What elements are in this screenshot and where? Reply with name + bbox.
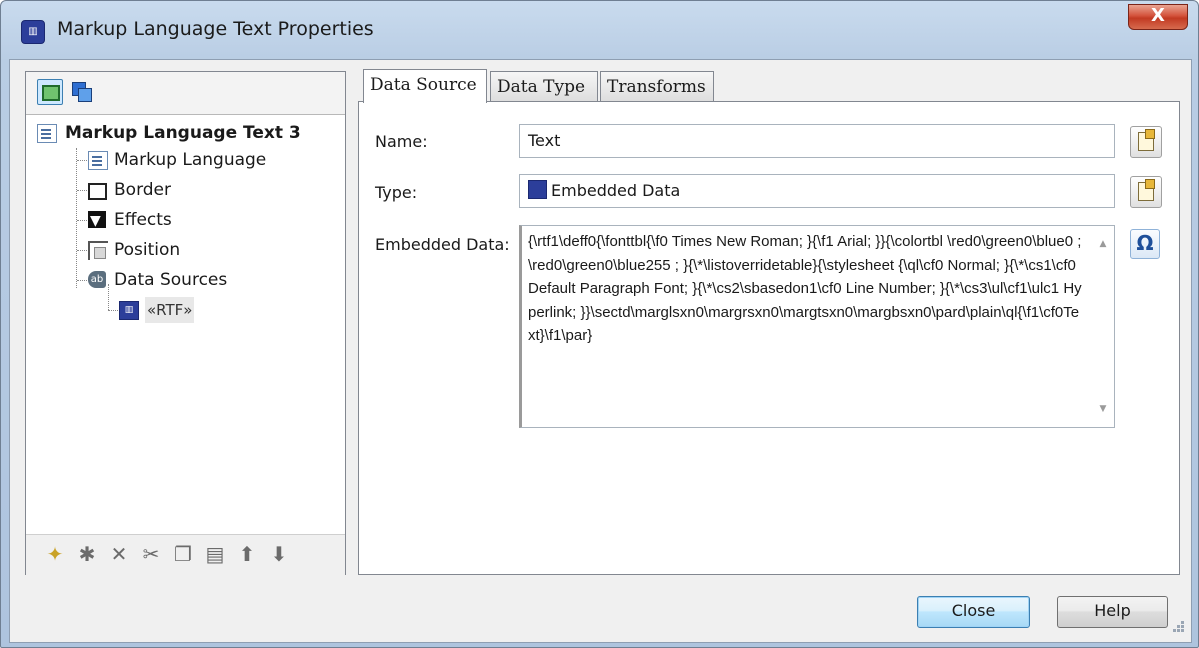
properties-icon [1138,179,1155,201]
properties-icon [1138,129,1155,151]
tree-item-label: Effects [114,210,172,230]
tab-data-source[interactable]: Data Source [363,69,487,103]
paste-icon[interactable]: ▤ [204,543,226,565]
resize-grip[interactable] [1169,617,1185,633]
tree-item-label: Position [114,240,181,260]
cut-icon[interactable]: ✂ [140,543,162,565]
type-value: Embedded Data [551,181,681,200]
window-title: Markup Language Text Properties [57,18,374,40]
object-tree-panel: Markup Language Text 3 Markup Language B… [25,71,346,575]
scroll-up-icon[interactable]: ▲ [1096,238,1110,250]
insert-symbol-button[interactable]: Ω [1130,229,1160,259]
scroll-down-icon[interactable]: ▼ [1096,403,1110,415]
markup-icon [88,151,108,170]
markup-text-icon [37,124,57,143]
type-label: Type: [375,183,418,202]
position-icon [88,241,108,260]
rtf-data-source-icon: ▥ [119,301,139,320]
wizard-icon[interactable]: ✱ [76,543,98,565]
name-field[interactable]: Text [519,124,1115,158]
move-up-icon[interactable]: ⬆ [236,543,258,565]
textarea-scrollbar[interactable]: ▲ ▼ [1092,226,1114,427]
embedded-data-textarea[interactable]: {\rtf1\deff0{\fonttbl{\f0 Times New Roma… [519,225,1115,428]
object-view-icon [42,85,60,101]
object-tree: Markup Language Text 3 Markup Language B… [26,116,345,526]
left-toolbar [26,72,345,115]
data-sources-icon: ab [88,271,106,288]
tree-root-label: Markup Language Text 3 [65,123,301,143]
tree-item-label: Data Sources [114,270,228,290]
embedded-data-text: {\rtf1\deff0{\fonttbl{\f0 Times New Roma… [528,233,1086,344]
object-view-button[interactable] [37,79,63,105]
name-properties-button[interactable] [1130,126,1162,158]
title-bar[interactable]: ▥ Markup Language Text Properties X [1,1,1198,61]
app-icon: ▥ [21,20,45,44]
copy-icon[interactable]: ❐ [172,543,194,565]
effects-icon [88,208,106,234]
type-properties-button[interactable] [1130,176,1162,208]
tab-transforms[interactable]: Transforms [600,71,714,103]
tree-item-label: «RTF» [145,297,195,323]
tab-data-type[interactable]: Data Type [490,71,598,103]
tree-item-label: Border [114,180,171,200]
dialog-window: ▥ Markup Language Text Properties X Mark… [0,0,1199,648]
border-icon [88,183,107,200]
type-field[interactable]: Embedded Data [519,174,1115,208]
move-down-icon[interactable]: ⬇ [268,543,290,565]
tree-actions-toolbar: ✦ ✱ ✕ ✂ ❐ ▤ ⬆ ⬇ [26,534,345,575]
new-icon[interactable]: ✦ [44,543,66,565]
layers-button[interactable] [70,79,94,103]
embedded-data-icon [528,180,547,199]
window-close-button[interactable]: X [1128,4,1188,30]
help-button[interactable]: Help [1057,596,1168,628]
close-button[interactable]: Close [917,596,1030,628]
tree-item-label: Markup Language [114,150,267,170]
embedded-data-label: Embedded Data: [375,235,510,254]
delete-icon[interactable]: ✕ [108,543,130,565]
name-label: Name: [375,132,428,151]
